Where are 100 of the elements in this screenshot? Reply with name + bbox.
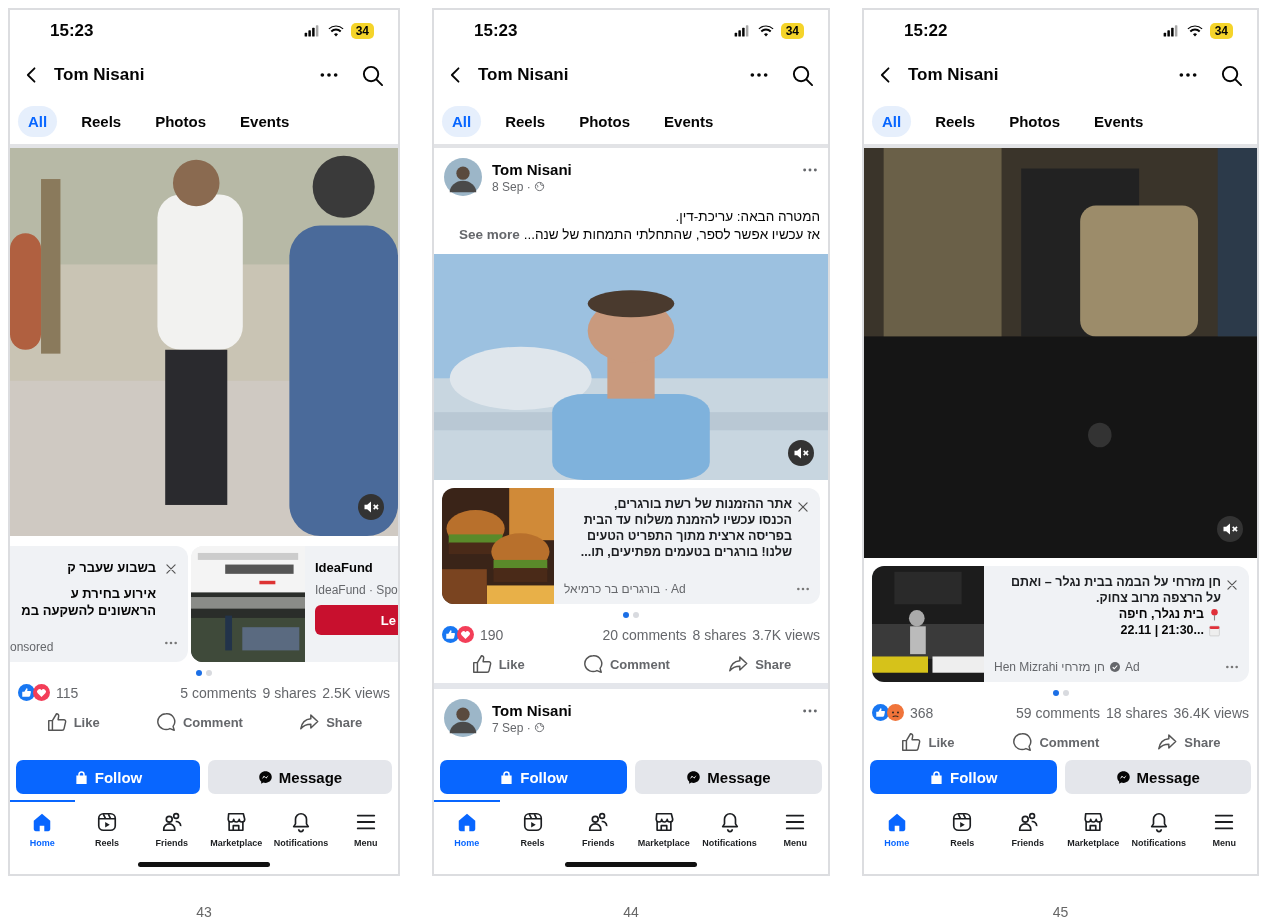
comment-button[interactable]: Comment <box>150 709 247 735</box>
page-title: Tom Nisani <box>54 65 146 85</box>
page-title: Tom Nisani <box>478 65 570 85</box>
messenger-icon <box>1115 769 1131 785</box>
nav-tab[interactable]: Menu <box>333 800 398 858</box>
nav-tab[interactable]: Menu <box>1191 800 1257 858</box>
nav-tab[interactable]: Friends <box>995 800 1061 858</box>
tab[interactable]: All <box>442 105 482 137</box>
nav-tab[interactable]: Notifications <box>268 800 334 858</box>
speech-bubble-icon <box>154 711 177 733</box>
page-dot[interactable] <box>633 612 639 618</box>
tab[interactable]: All <box>872 105 912 137</box>
thumbs-up-icon <box>470 653 493 675</box>
bell-icon <box>290 810 312 833</box>
mute-icon[interactable] <box>1217 516 1243 542</box>
share-button[interactable]: Share <box>723 651 796 677</box>
nav-tab[interactable]: Marketplace <box>631 800 697 858</box>
share-button[interactable]: Share <box>1152 729 1225 755</box>
ad-card[interactable]: IdeaFund IdeaFund · Spo Le <box>191 546 398 662</box>
message-button[interactable]: Message <box>635 760 822 794</box>
advertiser-name[interactable]: Hen Mizrahi חן מזרחי <box>994 660 1105 674</box>
tab[interactable]: Photos <box>145 105 217 137</box>
author-name[interactable]: Tom Nisani <box>492 701 792 719</box>
nav-tab[interactable]: Friends <box>139 800 204 858</box>
page-dot[interactable] <box>623 612 629 618</box>
nav-tab[interactable]: Reels <box>499 800 566 858</box>
nav-tab[interactable]: Reels <box>74 800 140 858</box>
ad-text: אירוע בחירת ע הראשונים להשקעה במ <box>20 585 156 620</box>
nav-tab[interactable]: Home <box>434 800 500 858</box>
search-icon[interactable] <box>361 63 384 87</box>
nav-tab[interactable]: Friends <box>565 800 631 858</box>
like-button[interactable]: Like <box>41 709 104 735</box>
globe-icon <box>533 722 545 733</box>
nav-tab[interactable]: Home <box>10 800 75 858</box>
tab[interactable]: Photos <box>569 105 641 137</box>
ad-title: בשבוע שעבר ק <box>66 560 156 575</box>
nav-tab[interactable]: Notifications <box>1126 800 1192 858</box>
comment-button[interactable]: Comment <box>1007 729 1104 755</box>
page-title: Tom Nisani <box>908 65 1000 85</box>
comment-count[interactable]: 20 comments <box>602 626 687 643</box>
share-count[interactable]: 18 shares <box>1106 704 1168 721</box>
cta-button[interactable]: Le <box>315 605 398 635</box>
nav-tab[interactable]: Marketplace <box>1060 800 1126 858</box>
reaction-count[interactable]: 190 <box>480 626 504 643</box>
share-icon <box>1156 731 1179 753</box>
page-dot[interactable] <box>196 670 202 676</box>
page-number: 43 <box>196 904 212 920</box>
tab[interactable]: Photos <box>999 105 1071 137</box>
share-count[interactable]: 9 shares <box>262 684 317 701</box>
tab[interactable]: Events <box>654 105 724 137</box>
ad-detail: 22.11 | 21:30... <box>1120 622 1204 638</box>
tab[interactable]: All <box>18 105 58 137</box>
share-button[interactable]: Share <box>294 709 367 735</box>
nav-tab[interactable]: Reels <box>929 800 995 858</box>
comment-count[interactable]: 5 comments <box>180 684 257 701</box>
search-icon[interactable] <box>791 63 814 87</box>
nav-tab[interactable]: Home <box>864 800 930 858</box>
search-icon[interactable] <box>1220 63 1243 87</box>
author-name[interactable]: Tom Nisani <box>492 160 792 178</box>
page-dot[interactable] <box>1062 690 1069 696</box>
page-dot[interactable] <box>206 670 212 676</box>
share-count[interactable]: 8 shares <box>692 626 747 643</box>
like-button[interactable]: Like <box>896 729 959 755</box>
lock-icon <box>929 769 944 785</box>
close-icon[interactable] <box>164 562 178 576</box>
follow-button[interactable]: Follow <box>870 760 1057 794</box>
post-date: 8 Sep · <box>492 179 531 194</box>
nav-tab[interactable]: Menu <box>762 800 828 858</box>
message-button[interactable]: Message <box>1064 760 1251 794</box>
tab[interactable]: Events <box>230 105 300 137</box>
follow-button[interactable]: Follow <box>440 760 627 794</box>
friends-icon <box>1016 810 1039 833</box>
tab[interactable]: Reels <box>495 105 556 137</box>
comment-count[interactable]: 59 comments <box>1016 704 1101 721</box>
message-button[interactable]: Message <box>208 760 392 794</box>
friends-icon <box>160 810 183 833</box>
avatar[interactable] <box>444 158 482 196</box>
page-dot[interactable] <box>1052 690 1059 696</box>
tab[interactable]: Reels <box>925 105 986 137</box>
reaction-count[interactable]: 368 <box>910 704 934 721</box>
close-icon[interactable] <box>796 500 810 514</box>
battery-level: 34 <box>780 23 804 39</box>
like-button[interactable]: Like <box>466 651 529 677</box>
nav-tab[interactable]: Marketplace <box>204 800 269 858</box>
page-number: 44 <box>623 904 639 920</box>
sponsored-label: onsored <box>10 640 55 654</box>
close-icon[interactable] <box>1225 578 1239 592</box>
mute-icon[interactable] <box>358 494 384 520</box>
follow-button[interactable]: Follow <box>16 760 200 794</box>
nav-tab[interactable]: Notifications <box>696 800 763 858</box>
battery-level: 34 <box>1209 23 1233 39</box>
see-more-link[interactable]: See more <box>459 227 520 242</box>
tab[interactable]: Reels <box>71 105 132 137</box>
tab[interactable]: Events <box>1084 105 1154 137</box>
comment-button[interactable]: Comment <box>577 651 674 677</box>
mute-icon[interactable] <box>788 440 814 466</box>
advertiser-name[interactable]: בורגרים בר כרמיאל <box>564 582 661 596</box>
avatar[interactable] <box>444 699 482 737</box>
reaction-count[interactable]: 115 <box>56 684 79 701</box>
page-number: 45 <box>1052 904 1069 920</box>
